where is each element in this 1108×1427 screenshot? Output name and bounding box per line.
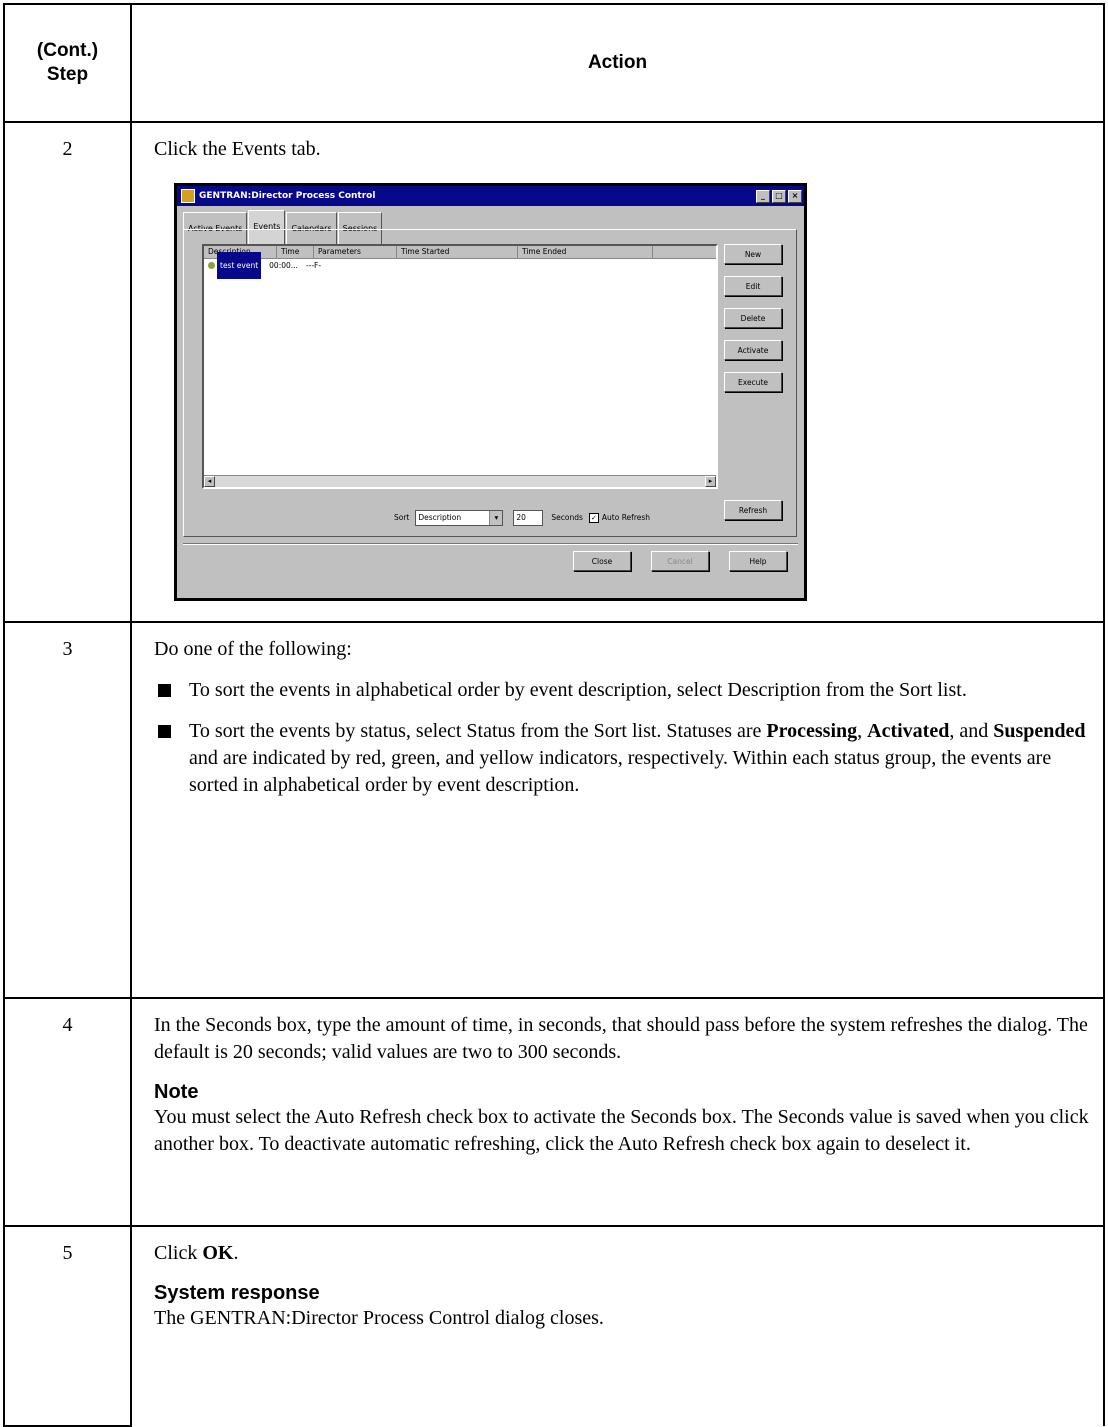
step-header-line2: Step [46,64,89,85]
procedure-table: (Cont.) Step Action 2 Click the Events t… [3,3,1105,1427]
seconds-label: Seconds [551,513,583,522]
event-time: 00:00... [269,261,298,270]
sort-controls: Sort Description ▾ 20 Seconds ✓ Auto Ref… [394,504,650,531]
execute-button[interactable]: Execute [724,372,782,392]
event-description: test event [217,252,262,279]
chevron-down-icon[interactable]: ▾ [489,510,503,525]
sort-select[interactable]: Description ▾ [415,509,504,526]
list-item: To sort the events in alphabetical order… [154,677,1089,704]
step-action: Do one of the following: To sort the eve… [130,621,1105,999]
event-parameters: ---F- [305,261,322,270]
horizontal-scrollbar[interactable]: ◂ ▸ [204,475,716,487]
step-action: Click the Events tab. GENTRAN:Director P… [130,121,1105,623]
events-list[interactable]: Description Time Parameters Time Started… [202,244,718,489]
dialog-title: GENTRAN:Director Process Control [199,190,376,201]
response-heading: System response [154,1282,320,1304]
divider [183,543,798,545]
note-text: You must select the Auto Refresh check b… [154,1106,1089,1155]
step-action: In the Seconds box, type the amount of t… [130,997,1105,1227]
seconds-input[interactable]: 20 [513,509,544,526]
step-header-line1: (Cont.) [36,40,99,61]
process-control-dialog-screenshot: GENTRAN:Director Process Control _ □ × A… [174,183,807,601]
dialog-titlebar: GENTRAN:Director Process Control _ □ × [177,186,804,206]
col-time-ended[interactable]: Time Ended [518,246,653,258]
response-text: The GENTRAN:Director Process Control dia… [154,1307,604,1329]
cancel-button[interactable]: Cancel [651,551,709,571]
step-text: Click the Events tab. [154,138,321,160]
auto-refresh-checkbox[interactable]: ✓ [588,512,599,523]
step-column-header: (Cont.) Step [3,3,132,123]
step-number: 2 [3,121,132,623]
step-number: 5 [3,1225,132,1427]
step-text: Click OK. [154,1242,239,1264]
step-action: Click OK. System response The GENTRAN:Di… [130,1225,1105,1426]
action-column-header: Action [130,3,1105,123]
step-intro: Do one of the following: [154,638,352,660]
step-number: 3 [3,621,132,999]
edit-button[interactable]: Edit [724,276,782,296]
events-panel: Description Time Parameters Time Started… [183,229,797,537]
maximize-icon[interactable]: □ [772,189,786,203]
step-number: 4 [3,997,132,1227]
scroll-right-icon[interactable]: ▸ [705,476,716,487]
refresh-button[interactable]: Refresh [724,500,782,520]
status-indicator-icon [208,262,215,269]
close-button[interactable]: Close [573,551,631,571]
step-text: In the Seconds box, type the amount of t… [154,1014,1088,1063]
auto-refresh-label: Auto Refresh [601,513,651,522]
help-button[interactable]: Help [729,551,787,571]
col-time-started[interactable]: Time Started [397,246,518,258]
new-button[interactable]: New [724,244,782,264]
delete-button[interactable]: Delete [724,308,782,328]
list-item: To sort the events by status, select Sta… [154,718,1089,799]
col-parameters[interactable]: Parameters [314,246,397,258]
sort-value: Description [418,512,462,522]
minimize-icon[interactable]: _ [756,189,770,203]
note-heading: Note [154,1081,199,1103]
bullet-icon [158,725,171,738]
bullet-text: To sort the events in alphabetical order… [189,679,967,701]
bullet-icon [158,684,171,697]
list-item[interactable]: test event 00:00... ---F- [204,252,716,279]
sort-label: Sort [394,513,410,522]
close-icon[interactable]: × [788,189,802,203]
app-icon [181,189,195,203]
scroll-left-icon[interactable]: ◂ [204,476,215,487]
activate-button[interactable]: Activate [724,340,782,360]
bullet-text: To sort the events by status, select Sta… [189,720,1086,796]
